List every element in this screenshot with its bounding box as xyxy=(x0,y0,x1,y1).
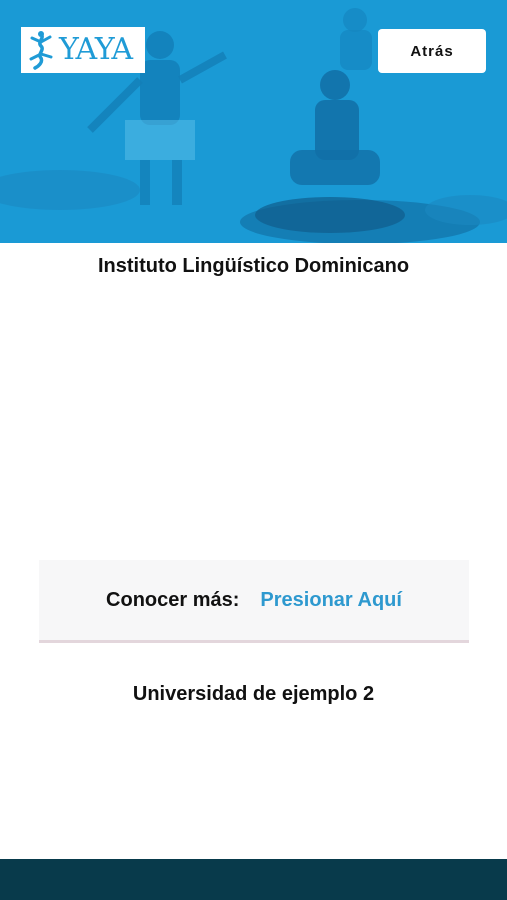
institution-title: Instituto Lingüístico Dominicano xyxy=(97,255,410,277)
learn-more-card: Conocer más: Presionar Aquí xyxy=(39,560,469,643)
yaya-logo: YAYA xyxy=(21,27,145,73)
footer-bar xyxy=(0,859,507,900)
gecko-logo-icon xyxy=(29,31,53,70)
learn-more-label: Conocer más: xyxy=(106,588,240,611)
hero-banner: YAYA Atrás xyxy=(0,0,507,243)
back-button[interactable]: Atrás xyxy=(378,29,486,73)
press-here-link[interactable]: Presionar Aquí xyxy=(260,589,402,612)
institution-title: Universidad de ejemplo 2 xyxy=(132,683,375,705)
logo-wordmark: YAYA xyxy=(59,32,133,67)
